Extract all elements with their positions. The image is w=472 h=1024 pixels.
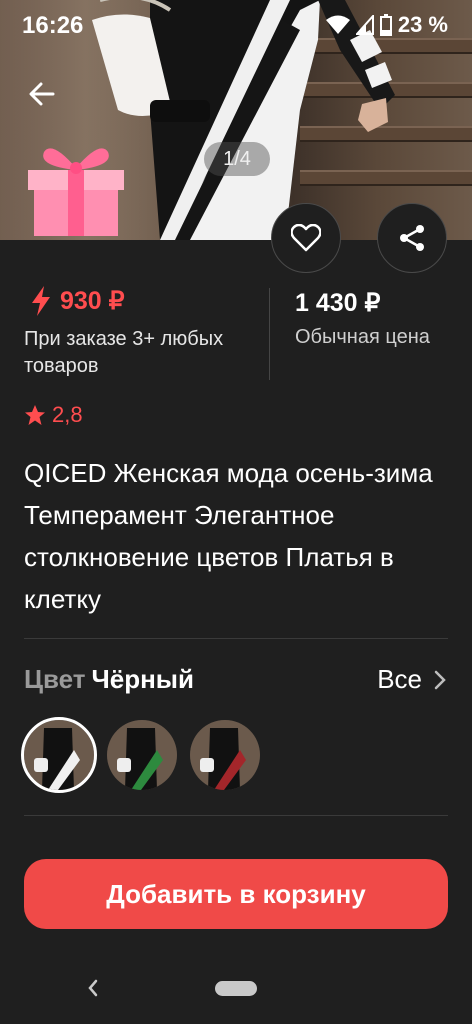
price-divider xyxy=(269,288,270,380)
color-all-label: Все xyxy=(377,664,422,694)
color-swatch-red[interactable] xyxy=(190,720,260,790)
system-back-button[interactable] xyxy=(84,978,104,998)
wifi-icon xyxy=(325,15,350,34)
share-icon xyxy=(400,225,424,251)
lightning-icon xyxy=(32,286,50,316)
chevron-right-icon xyxy=(434,670,446,689)
regular-price-note: Обычная цена xyxy=(295,326,430,348)
swatch-image xyxy=(24,720,94,790)
system-home-button[interactable] xyxy=(215,981,257,996)
color-value: Чёрный xyxy=(91,664,194,694)
swatch-image xyxy=(190,720,260,790)
rating[interactable]: 2,8 xyxy=(24,402,83,428)
sale-price: 930 ₽ xyxy=(30,286,125,316)
color-swatch-white[interactable] xyxy=(21,717,97,793)
battery-icon xyxy=(379,14,392,36)
chevron-left-icon xyxy=(88,979,98,997)
status-time: 16:26 xyxy=(22,12,84,39)
product-title: QICED Женская мода осень-зима Темперамен… xyxy=(24,458,433,614)
star-icon xyxy=(25,405,45,425)
color-all-button[interactable]: Все xyxy=(377,664,446,695)
divider xyxy=(24,815,448,816)
add-to-cart-button[interactable]: Добавить в корзину xyxy=(24,859,448,929)
status-icons: 23 % xyxy=(325,12,448,38)
color-selector-header: Цвет Чёрный Все xyxy=(24,664,448,698)
rating-value: 2,8 xyxy=(52,402,83,427)
gift-icon xyxy=(28,148,124,236)
gift-promo[interactable] xyxy=(22,134,132,240)
signal-icon xyxy=(355,15,374,35)
divider xyxy=(24,638,448,639)
favorite-button[interactable] xyxy=(271,203,341,273)
image-counter: 1/4 xyxy=(204,142,270,176)
swatch-image xyxy=(107,720,177,790)
status-bar: 16:26 23 % xyxy=(0,0,472,50)
color-swatch-green[interactable] xyxy=(107,720,177,790)
regular-price-value: 1 430 ₽ xyxy=(295,289,381,317)
back-arrow-icon xyxy=(29,82,55,106)
sale-price-value: 930 ₽ xyxy=(60,287,125,315)
sale-price-note: При заказе 3+ любых товаров xyxy=(24,328,224,377)
color-label: Цвет xyxy=(24,664,86,694)
heart-icon xyxy=(291,224,321,252)
back-button[interactable] xyxy=(20,72,64,116)
share-button[interactable] xyxy=(377,203,447,273)
battery-percentage: 23 % xyxy=(397,12,448,37)
